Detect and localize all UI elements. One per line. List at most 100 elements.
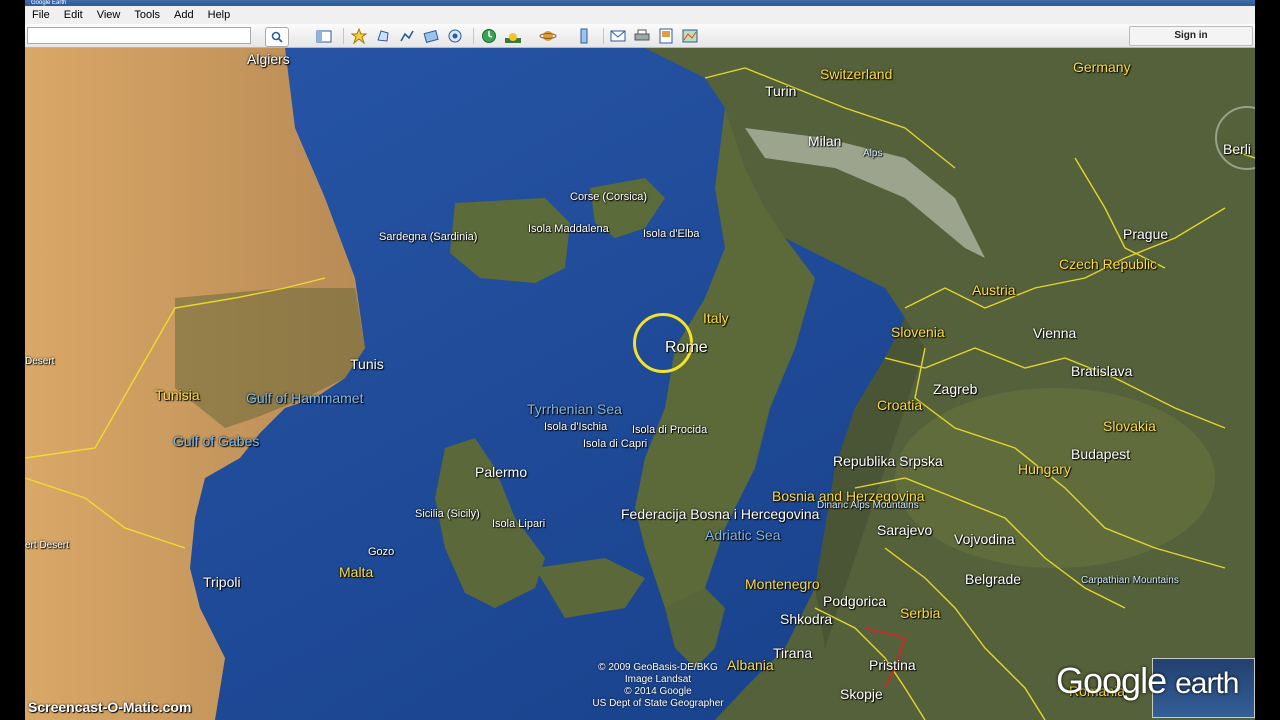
country-label[interactable]: Tunisia — [155, 387, 200, 403]
record-tour-button[interactable] — [444, 27, 466, 45]
country-label[interactable]: Malta — [339, 564, 373, 580]
region-label: Carpathian Mountains — [1081, 575, 1179, 586]
left-frame — [0, 0, 25, 720]
city-label[interactable]: Algiers — [247, 51, 290, 67]
polygon-icon — [377, 30, 389, 42]
add-polygon-button[interactable] — [372, 27, 394, 45]
city-label[interactable]: Budapest — [1071, 446, 1130, 462]
country-label[interactable]: Croatia — [877, 397, 922, 413]
region-label[interactable]: Republika Srpska — [833, 453, 943, 469]
imagery-credits: © 2009 GeoBasis-DE/BKG Image Landsat © 2… — [563, 662, 753, 710]
right-frame — [1255, 0, 1280, 720]
credit-line: © 2014 Google — [624, 686, 692, 697]
planets-icon — [539, 31, 557, 41]
sunlight-button[interactable] — [502, 27, 524, 45]
sign-in-button[interactable]: Sign in — [1129, 26, 1253, 46]
view-in-maps-button[interactable] — [679, 27, 701, 45]
sea-label[interactable]: Gulf of Hammamet — [246, 390, 363, 406]
email-icon — [610, 30, 626, 42]
region-label: Desert — [25, 356, 55, 367]
sidebar-button[interactable] — [313, 27, 335, 45]
island-label[interactable]: Isola Lipari — [492, 518, 545, 530]
island-label[interactable]: Sicilia (Sicily) — [415, 508, 480, 520]
country-label[interactable]: Austria — [972, 282, 1016, 298]
image-overlay-icon — [423, 29, 439, 43]
sidebar-icon — [316, 30, 332, 42]
menu-file[interactable]: File — [25, 9, 57, 21]
image-overlay-button[interactable] — [420, 27, 442, 45]
sea-label[interactable]: Tyrrhenian Sea — [527, 401, 622, 417]
menu-view[interactable]: View — [90, 9, 128, 21]
sea-label[interactable]: Adriatic Sea — [705, 527, 780, 543]
search-button[interactable] — [265, 27, 289, 47]
sea-label[interactable]: Gulf of Gabes — [173, 433, 259, 449]
city-label[interactable]: Tunis — [350, 356, 384, 372]
city-label[interactable]: Bratislava — [1071, 363, 1132, 379]
country-label[interactable]: Slovakia — [1103, 418, 1156, 434]
island-label[interactable]: Sardegna (Sardinia) — [379, 231, 477, 243]
menu-tools[interactable]: Tools — [127, 9, 167, 21]
island-label[interactable]: Isola d'Elba — [643, 228, 700, 240]
country-label[interactable]: Slovenia — [891, 324, 945, 340]
region-label[interactable]: Shkodra — [780, 611, 832, 627]
city-label[interactable]: Zagreb — [933, 381, 977, 397]
island-label[interactable]: Isola d'Ischia — [544, 421, 607, 433]
credit-line: Image Landsat — [624, 674, 692, 685]
city-label[interactable]: Tirana — [773, 645, 812, 661]
city-label[interactable]: Palermo — [475, 464, 527, 480]
map-view[interactable]: Algiers Turin Milan Rome Tunis Palermo T… — [25, 48, 1255, 720]
email-button[interactable] — [607, 27, 629, 45]
city-label[interactable]: Sarajevo — [877, 522, 932, 538]
menu-add[interactable]: Add — [167, 9, 201, 21]
path-icon — [400, 30, 414, 42]
planets-button[interactable] — [537, 27, 559, 45]
add-placemark-button[interactable] — [348, 27, 370, 45]
country-label[interactable]: Montenegro — [745, 576, 820, 592]
region-label[interactable]: Federacija Bosna i Hercegovina — [621, 506, 819, 522]
country-label[interactable]: Hungary — [1018, 461, 1071, 477]
print-button[interactable] — [631, 27, 653, 45]
print-icon — [634, 29, 650, 41]
screencast-watermark: Screencast-O-Matic.com — [28, 699, 192, 715]
ruler-button[interactable] — [573, 27, 595, 45]
country-label[interactable]: Italy — [703, 310, 729, 326]
country-label[interactable]: Serbia — [900, 605, 940, 621]
sunlight-icon — [505, 33, 521, 43]
island-label[interactable]: Isola di Procida — [632, 424, 707, 436]
add-path-button[interactable] — [396, 27, 418, 45]
save-image-button[interactable] — [655, 27, 677, 45]
google-earth-logo: Google earth — [1056, 660, 1240, 702]
city-label[interactable]: Rome — [665, 339, 708, 357]
region-label: Alps — [863, 148, 883, 159]
country-label[interactable]: Czech Republic — [1059, 256, 1157, 272]
historical-imagery-button[interactable] — [478, 27, 500, 45]
search-icon — [271, 31, 283, 43]
island-label[interactable]: Isola di Capri — [583, 438, 647, 450]
menu-help[interactable]: Help — [201, 9, 238, 21]
credit-line: © 2009 GeoBasis-DE/BKG — [598, 662, 718, 673]
city-label[interactable]: Podgorica — [823, 593, 886, 609]
city-label[interactable]: Turin — [765, 83, 796, 99]
menu-edit[interactable]: Edit — [57, 9, 90, 21]
city-label[interactable]: Milan — [808, 133, 841, 149]
historical-imagery-icon — [482, 29, 496, 43]
city-label[interactable]: Berli — [1223, 141, 1251, 157]
city-label[interactable]: Vienna — [1033, 325, 1076, 341]
tour-icon — [448, 29, 462, 43]
map-imagery — [25, 48, 1255, 720]
maps-icon — [682, 29, 698, 43]
region-label[interactable]: Vojvodina — [954, 531, 1015, 547]
city-label[interactable]: Pristina — [869, 657, 916, 673]
island-label[interactable]: Isola Maddalena — [528, 223, 609, 235]
island-label[interactable]: Gozo — [368, 546, 394, 558]
menu-bar: File Edit View Tools Add Help — [25, 6, 1255, 24]
city-label[interactable]: Belgrade — [965, 571, 1021, 587]
country-label[interactable]: Germany — [1073, 59, 1131, 75]
placemark-icon — [351, 28, 367, 44]
city-label[interactable]: Prague — [1123, 226, 1168, 242]
search-input[interactable] — [27, 27, 251, 44]
island-label[interactable]: Corse (Corsica) — [570, 191, 647, 203]
city-label[interactable]: Tripoli — [203, 574, 241, 590]
city-label[interactable]: Skopje — [840, 686, 883, 702]
country-label[interactable]: Switzerland — [820, 66, 892, 82]
